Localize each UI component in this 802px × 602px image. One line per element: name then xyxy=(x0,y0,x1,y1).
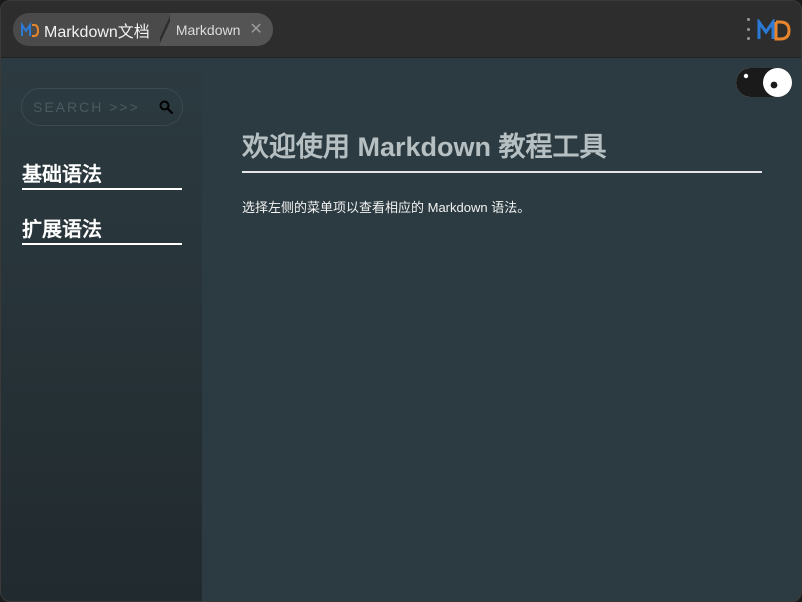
md-logo-icon xyxy=(21,21,39,37)
sidebar-item-basic-syntax[interactable]: 基础语法 xyxy=(22,155,182,190)
kebab-dot xyxy=(746,37,750,40)
search-box xyxy=(21,88,183,126)
tab-main-label: Markdown文档 xyxy=(44,23,150,41)
close-icon[interactable]: ✕ xyxy=(249,21,262,38)
md-logo-icon xyxy=(757,19,791,41)
tab-group: Markdown文档 Markdown ✕ xyxy=(13,13,273,46)
tab-separator xyxy=(159,13,170,46)
kebab-dot xyxy=(746,27,750,31)
sidebar-item-label: 基础语法 xyxy=(22,164,102,186)
page-description: 选择左侧的菜单项以查看相应的 Markdown 语法。 xyxy=(242,200,531,215)
kebab-dot xyxy=(746,18,750,21)
tab-markdown-docs[interactable]: Markdown文档 xyxy=(13,13,160,46)
sidebar-item-label: 扩展语法 xyxy=(22,219,102,241)
sidebar-item-extended-syntax[interactable]: 扩展语法 xyxy=(22,210,182,245)
search-input[interactable] xyxy=(22,89,182,125)
main-content: 欢迎使用 Markdown 教程工具 选择左侧的菜单项以查看相应的 Markdo… xyxy=(202,58,801,601)
tab-markdown[interactable]: Markdown ✕ xyxy=(169,13,273,46)
kebab-menu-icon[interactable] xyxy=(745,18,751,40)
title-bar: Markdown文档 Markdown ✕ xyxy=(1,1,801,58)
sidebar: 基础语法 扩展语法 xyxy=(1,58,202,601)
search-icon[interactable] xyxy=(159,100,173,114)
theme-toggle[interactable] xyxy=(736,68,792,97)
tab-second-label: Markdown xyxy=(175,21,241,38)
page-title: 欢迎使用 Markdown 教程工具 xyxy=(242,125,762,173)
app-window: Markdown文档 Markdown ✕ 基 xyxy=(0,0,802,602)
